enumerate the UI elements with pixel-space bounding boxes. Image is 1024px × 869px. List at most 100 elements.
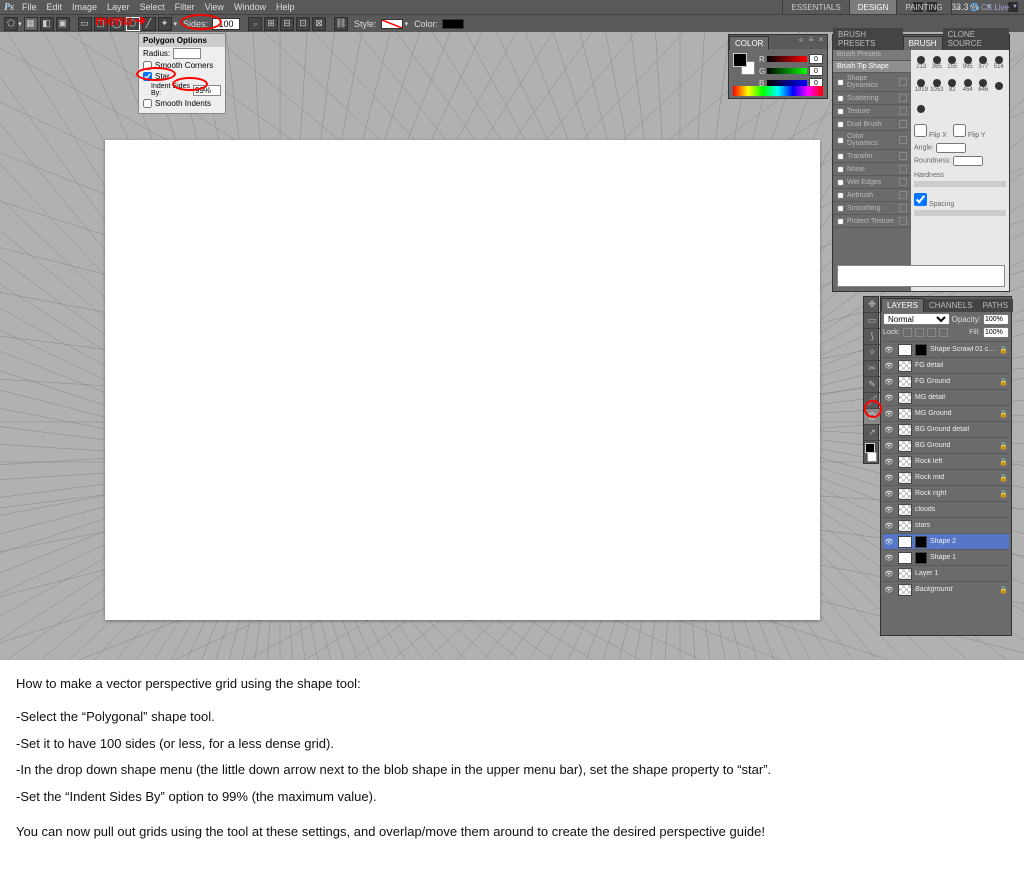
brush-tip[interactable]: 82 — [945, 75, 960, 97]
layer-row[interactable]: 👁stars — [883, 517, 1009, 533]
visibility-toggle[interactable]: 👁 — [883, 488, 895, 500]
lock-icon[interactable] — [899, 204, 907, 212]
lock-icon[interactable] — [899, 152, 907, 160]
menu-help[interactable]: Help — [276, 2, 295, 12]
spectrum-ramp[interactable] — [733, 86, 823, 96]
paths-icon[interactable]: ◧ — [40, 17, 54, 31]
spacing-slider[interactable] — [914, 210, 1006, 216]
layer-row[interactable]: 👁MG Ground🔒 — [883, 405, 1009, 421]
layer-thumb[interactable] — [898, 504, 912, 516]
visibility-toggle[interactable]: 👁 — [883, 584, 895, 596]
polygon-tool-icon[interactable]: ⬠ — [4, 17, 18, 31]
workspace-design[interactable]: DESIGN — [849, 0, 897, 14]
hardness-slider[interactable] — [914, 181, 1006, 187]
color-fgbg-swatch[interactable] — [733, 53, 755, 75]
lock-icon[interactable] — [899, 136, 907, 144]
brush-tip-grid[interactable]: 2133651559953775141919105382454646 — [914, 52, 1006, 120]
brush-tip[interactable]: 155 — [945, 52, 960, 74]
layer-row[interactable]: 👁Shape Scrawl 01 copy🔒 — [883, 341, 1009, 357]
lock-icon[interactable] — [899, 107, 907, 115]
visibility-toggle[interactable]: 👁 — [883, 472, 895, 484]
paths-tab[interactable]: PATHS — [978, 299, 1013, 312]
brush-tip[interactable]: 454 — [961, 75, 976, 97]
radius-input[interactable] — [173, 48, 201, 59]
fill-color-swatch[interactable] — [442, 19, 464, 29]
visibility-toggle[interactable]: 👁 — [883, 392, 895, 404]
layer-thumb[interactable] — [898, 424, 912, 436]
eyedropper-tool-icon[interactable]: ✎ — [864, 377, 880, 393]
layer-row[interactable]: 👁Rock left🔒 — [883, 453, 1009, 469]
fill-input[interactable] — [983, 327, 1009, 338]
path-tool-icon[interactable]: ↗ — [864, 425, 880, 441]
lock-position-icon[interactable] — [927, 328, 936, 337]
g-slider[interactable] — [767, 68, 807, 74]
brush-tip[interactable] — [992, 75, 1007, 97]
pathop-exclude-icon[interactable]: ⊠ — [312, 17, 326, 31]
layer-name[interactable]: Rock right — [915, 490, 996, 497]
lock-transparent-icon[interactable] — [903, 328, 912, 337]
layer-style-chain-icon[interactable]: ⛓ — [334, 17, 348, 31]
layer-thumb[interactable] — [898, 552, 912, 564]
brush-presets-btn[interactable]: Brush Presets — [833, 49, 911, 61]
layer-row[interactable]: 👁MG detail — [883, 389, 1009, 405]
lock-icon[interactable] — [899, 217, 907, 225]
layer-row[interactable]: 👁BG Ground detail — [883, 421, 1009, 437]
layer-thumb[interactable] — [898, 456, 912, 468]
layer-name[interactable]: Shape 2 — [930, 538, 996, 545]
shape-roundrect-icon[interactable]: ▢ — [94, 17, 108, 31]
clone-source-tab[interactable]: CLONE SOURCE — [943, 28, 1009, 50]
layer-thumb[interactable] — [898, 344, 912, 356]
layer-row[interactable]: 👁FG Ground🔒 — [883, 373, 1009, 389]
layer-name[interactable]: FG detail — [915, 362, 996, 369]
wand-tool-icon[interactable]: ✧ — [864, 345, 880, 361]
color-tab[interactable]: COLOR — [729, 36, 769, 50]
layer-thumb[interactable] — [898, 536, 912, 548]
layer-row[interactable]: 👁Shape 1 — [883, 549, 1009, 565]
pathop-subtract-icon[interactable]: ⊟ — [280, 17, 294, 31]
style-chevron-icon[interactable]: ▾ — [405, 20, 409, 28]
layer-name[interactable]: BG Ground detail — [915, 426, 996, 433]
brush-tip[interactable]: 995 — [961, 52, 976, 74]
r-value[interactable] — [809, 54, 823, 64]
shape-layers-icon[interactable]: ▦ — [24, 17, 38, 31]
layer-thumb[interactable] — [898, 360, 912, 372]
layer-thumb[interactable] — [898, 440, 912, 452]
layer-row[interactable]: 👁Rock right🔒 — [883, 485, 1009, 501]
visibility-toggle[interactable]: 👁 — [883, 536, 895, 548]
visibility-toggle[interactable]: 👁 — [883, 552, 895, 564]
layer-row[interactable]: 👁 Shape 2 — [883, 533, 1009, 549]
layer-thumb[interactable] — [898, 408, 912, 420]
brush-tab[interactable]: BRUSH — [903, 36, 943, 50]
menu-window[interactable]: Window — [234, 2, 266, 12]
angle-input[interactable] — [936, 143, 966, 153]
channels-tab[interactable]: CHANNELS — [924, 299, 978, 312]
visibility-toggle[interactable]: 👁 — [883, 520, 895, 532]
brush-tip[interactable]: 1053 — [930, 75, 945, 97]
workspace-essentials[interactable]: ESSENTIALS — [782, 0, 848, 14]
smooth-indents-checkbox[interactable] — [143, 99, 152, 108]
visibility-toggle[interactable]: 👁 — [883, 376, 895, 388]
layer-name[interactable]: Shape Scrawl 01 copy — [930, 346, 996, 353]
lock-all-icon[interactable] — [939, 328, 948, 337]
lock-icon[interactable] — [899, 191, 907, 199]
roundness-input[interactable] — [953, 156, 983, 166]
r-slider[interactable] — [767, 56, 807, 62]
shape-rect-icon[interactable]: ▭ — [78, 17, 92, 31]
layer-row[interactable]: 👁Background🔒 — [883, 581, 1009, 597]
tool-preset-chevron-icon[interactable]: ▾ — [18, 20, 22, 28]
flipx-checkbox[interactable] — [914, 124, 927, 137]
flipy-checkbox[interactable] — [953, 124, 966, 137]
layer-name[interactable]: BG Ground — [915, 442, 996, 449]
toolbox-fgbg[interactable] — [864, 441, 878, 463]
shape-ellipse-icon[interactable]: ◯ — [110, 17, 124, 31]
visibility-toggle[interactable]: 👁 — [883, 344, 895, 356]
spacing-checkbox[interactable] — [914, 193, 927, 206]
workspace-painting[interactable]: PAINTING — [896, 0, 950, 14]
layer-name[interactable]: clouds — [915, 506, 996, 513]
layer-row[interactable]: 👁FG detail — [883, 357, 1009, 373]
brush-tip[interactable]: 377 — [976, 52, 991, 74]
workspace-more-icon[interactable]: » — [951, 0, 964, 14]
layer-thumb[interactable] — [898, 488, 912, 500]
panel-collapse-icon[interactable]: « — [797, 36, 805, 44]
brush-tip[interactable]: 213 — [914, 52, 929, 74]
